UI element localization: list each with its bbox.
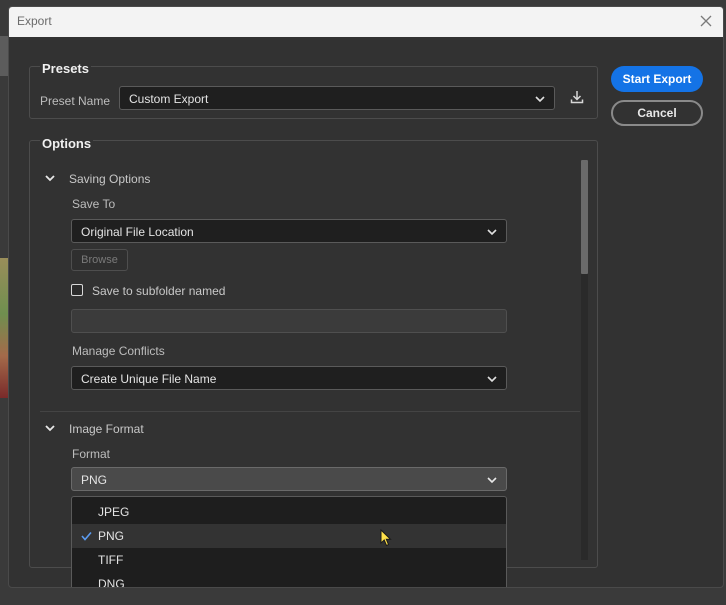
cancel-button[interactable]: Cancel xyxy=(611,100,703,126)
chevron-down-icon[interactable] xyxy=(44,172,56,184)
preset-name-label: Preset Name xyxy=(40,94,111,108)
presets-panel: Presets Preset Name Custom Export xyxy=(29,61,598,119)
background-thumbnail xyxy=(0,36,8,76)
saving-options-title[interactable]: Saving Options xyxy=(69,172,150,186)
format-option-png[interactable]: PNG xyxy=(72,524,506,548)
section-divider xyxy=(40,411,580,412)
subfolder-label: Save to subfolder named xyxy=(92,284,226,298)
chevron-down-icon[interactable] xyxy=(44,422,56,434)
chevron-down-icon xyxy=(487,229,497,236)
format-option-tiff[interactable]: TIFF xyxy=(72,548,506,572)
subfolder-input[interactable] xyxy=(71,309,507,333)
format-option-jpeg[interactable]: JPEG xyxy=(72,500,506,524)
download-icon[interactable] xyxy=(569,89,585,105)
preset-name-value: Custom Export xyxy=(129,92,209,106)
format-label: Format xyxy=(72,447,111,461)
image-format-title[interactable]: Image Format xyxy=(69,422,144,436)
start-export-button[interactable]: Start Export xyxy=(611,66,703,92)
close-icon[interactable] xyxy=(697,12,715,30)
format-value: PNG xyxy=(81,473,108,487)
options-panel: Options Saving Options Save To Original … xyxy=(29,136,598,587)
window-title: Export xyxy=(17,14,52,28)
format-option-dng[interactable]: DNG xyxy=(72,572,506,588)
format-option-label: TIFF xyxy=(98,553,124,567)
preset-name-select[interactable]: Custom Export xyxy=(119,86,555,110)
manage-conflicts-value: Create Unique File Name xyxy=(81,372,217,386)
format-select[interactable]: PNG xyxy=(71,467,507,491)
subfolder-checkbox[interactable] xyxy=(71,284,83,296)
scrollbar-thumb[interactable] xyxy=(581,160,588,274)
background-thumbnail xyxy=(0,258,8,398)
checkmark-icon xyxy=(81,531,92,541)
browse-button[interactable]: Browse xyxy=(71,249,128,271)
chevron-down-icon xyxy=(535,96,545,103)
format-dropdown-list: JPEG PNG TIFF DNG xyxy=(71,496,507,588)
chevron-down-icon xyxy=(487,477,497,484)
save-to-label: Save To xyxy=(72,197,116,211)
options-heading: Options xyxy=(40,136,94,151)
save-to-select[interactable]: Original File Location xyxy=(71,219,507,243)
title-bar: Export xyxy=(9,7,723,37)
format-option-label: DNG xyxy=(98,577,125,588)
save-to-value: Original File Location xyxy=(81,225,194,239)
format-option-label: JPEG xyxy=(98,505,130,519)
manage-conflicts-select[interactable]: Create Unique File Name xyxy=(71,366,507,390)
mouse-pointer-icon xyxy=(380,529,392,547)
chevron-down-icon xyxy=(487,376,497,383)
manage-conflicts-label: Manage Conflicts xyxy=(72,344,165,358)
options-scrollbar[interactable] xyxy=(581,160,588,560)
format-option-label: PNG xyxy=(98,529,125,543)
presets-heading: Presets xyxy=(40,61,91,76)
export-dialog: Export Presets Preset Name Custom Export… xyxy=(8,6,724,588)
